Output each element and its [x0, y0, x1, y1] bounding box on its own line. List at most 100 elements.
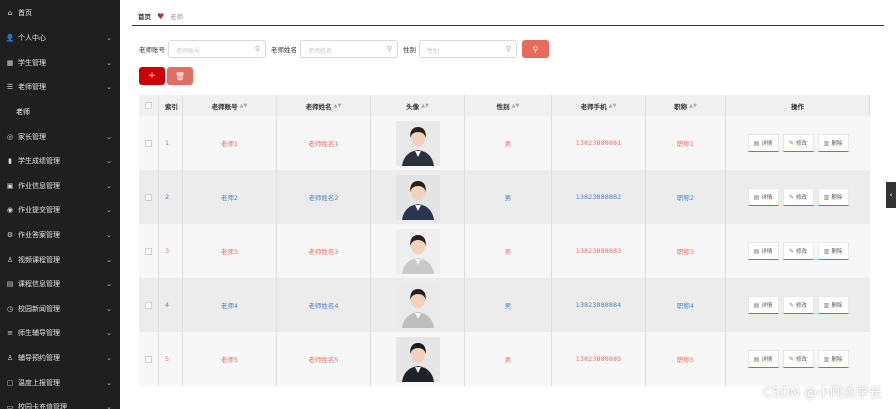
- breadcrumb-home[interactable]: 首页: [138, 11, 151, 21]
- breadcrumb: 首页 ♥ 老师: [138, 8, 183, 24]
- detail-button[interactable]: ▤ 详情: [747, 134, 779, 152]
- cell-text: 老师姓名1: [308, 140, 339, 148]
- sidebar-item[interactable]: ☰ 老师管理 ⌄: [0, 75, 120, 100]
- search-input-sex[interactable]: 性别 ⚲: [419, 40, 517, 58]
- row-checkbox[interactable]: [145, 247, 152, 255]
- search-input-account[interactable]: 老师账号 ⚲: [168, 40, 266, 58]
- header-sex[interactable]: 性别 ▲▼: [465, 95, 552, 116]
- header-account[interactable]: 老师账号 ▲▼: [183, 95, 277, 116]
- cell-text: 老师2: [220, 194, 239, 202]
- cell-text: 男: [504, 248, 512, 256]
- pencil-icon: ✎: [788, 193, 794, 201]
- header-title[interactable]: 职称 ▲▼: [646, 95, 726, 116]
- header-name[interactable]: 老师姓名 ▲▼: [277, 95, 371, 116]
- row-checkbox[interactable]: [145, 193, 152, 201]
- search-bar: 老师账号 老师账号 ⚲ 老师姓名 老师姓名 ⚲ 性别 性别 ⚲ ⚲: [139, 40, 549, 58]
- collapse-toggle[interactable]: ‹: [886, 182, 896, 208]
- sidebar-item-label: 视频课程管理: [18, 255, 60, 264]
- sidebar-item[interactable]: ▦ 学生管理 ⌄: [0, 51, 120, 76]
- bar-chart-icon: ▮: [8, 157, 12, 166]
- sidebar-item[interactable]: ♙ 辅导预约管理 ⌄: [0, 346, 120, 371]
- chevron-down-icon: ⌄: [106, 280, 112, 289]
- cell-index: 4: [159, 278, 183, 332]
- search-input-name[interactable]: 老师姓名 ⚲: [300, 40, 398, 58]
- detail-button[interactable]: ▤ 详情: [747, 296, 779, 314]
- sidebar-item[interactable]: ⌂ 首页: [0, 0, 120, 26]
- sidebar-item[interactable]: 👤 个人中心 ⌄: [0, 26, 120, 51]
- header-avatar[interactable]: 头像 ▲▼: [371, 95, 465, 116]
- row-checkbox[interactable]: [145, 301, 152, 309]
- add-button[interactable]: +: [139, 67, 165, 85]
- cell-title: 职称2: [646, 170, 726, 224]
- cell-sex: 男: [465, 170, 552, 224]
- sidebar-item[interactable]: ▢ 温度上报管理 ⌄: [0, 370, 120, 395]
- search-placeholder: 老师姓名: [308, 48, 333, 55]
- cell-text: 13823888883: [575, 247, 622, 255]
- sort-icon: ▲▼: [239, 102, 248, 109]
- sort-icon: ▲▼: [333, 102, 342, 109]
- document-icon: ▤: [753, 301, 760, 309]
- sidebar-item[interactable]: ▣ 作业信息管理 ⌄: [0, 174, 120, 199]
- breadcrumb-current: 老师: [170, 13, 184, 21]
- sidebar-item[interactable]: ⚙ 作业答案管理 ⌄: [0, 223, 120, 248]
- sidebar-item[interactable]: ◉ 作业提交管理 ⌄: [0, 198, 120, 223]
- detail-button[interactable]: ▤ 详情: [747, 242, 779, 260]
- row-checkbox[interactable]: [145, 139, 152, 147]
- gear-icon: ⚙: [6, 231, 14, 240]
- detail-button[interactable]: ▤ 详情: [747, 188, 779, 206]
- trash-icon: ▥: [823, 355, 830, 363]
- cell-avatar: [371, 116, 465, 170]
- sidebar-item[interactable]: 老师: [0, 100, 120, 125]
- cell-sex: 男: [465, 278, 552, 332]
- chevron-down-icon: ⌄: [106, 181, 112, 190]
- trash-icon: ▥: [823, 247, 830, 255]
- header-label: 老师姓名: [305, 102, 332, 111]
- search-button[interactable]: ⚲: [522, 40, 549, 58]
- delete-button[interactable]: ▥ 删除: [817, 242, 849, 260]
- delete-label: 删除: [831, 249, 843, 255]
- cell-text: 13823888882: [575, 193, 622, 201]
- cell-avatar: [371, 278, 465, 332]
- cell-text: 老师4: [220, 302, 239, 310]
- sidebar-item[interactable]: ≡ 师生辅导管理 ⌄: [0, 321, 120, 346]
- edit-button[interactable]: ✎ 修改: [782, 296, 814, 314]
- table-row: 1 老师1 老师姓名1 男 13823888881 职称1 ▤ 详情 ✎ 修改 ▥ 删除: [139, 116, 870, 170]
- cell-sex: 男: [465, 116, 552, 170]
- cell-sex: 男: [465, 224, 552, 278]
- search-label-name: 老师姓名: [271, 46, 297, 54]
- detail-label: 详情: [761, 303, 773, 309]
- chevron-down-icon: ⌄: [106, 231, 112, 240]
- edit-button[interactable]: ✎ 修改: [782, 350, 814, 368]
- sidebar-item[interactable]: ▮ 学生成绩管理 ⌄: [0, 149, 120, 174]
- detail-button[interactable]: ▤ 详情: [747, 350, 779, 368]
- delete-button[interactable]: ▥ 删除: [817, 350, 849, 368]
- delete-button[interactable]: ▥ 删除: [817, 296, 849, 314]
- edit-button[interactable]: ✎ 修改: [782, 188, 814, 206]
- batch-delete-button[interactable]: 🗑: [167, 67, 193, 85]
- delete-button[interactable]: ▥ 删除: [817, 134, 849, 152]
- sidebar-item[interactable]: ◷ 校园新闻管理 ⌄: [0, 297, 120, 322]
- table-row: 5 老师5 老师姓名5 男 13823888885 职称5 ▤ 详情 ✎ 修改 ▥ 删除: [139, 332, 870, 386]
- target-icon: ◉: [6, 206, 14, 215]
- sidebar-item[interactable]: ◎ 家长管理 ⌄: [0, 124, 120, 149]
- edit-button[interactable]: ✎ 修改: [782, 242, 814, 260]
- compass-icon: ◎: [6, 132, 14, 141]
- pencil-icon: ✎: [788, 139, 794, 147]
- sidebar-item[interactable]: ▤ 课程信息管理 ⌄: [0, 272, 120, 297]
- delete-button[interactable]: ▥ 删除: [817, 188, 849, 206]
- sidebar-item-label: 课程信息管理: [18, 280, 60, 289]
- table-row: 2 老师2 老师姓名2 男 13823888882 职称2 ▤ 详情 ✎ 修改 ▥ 删除: [139, 170, 870, 224]
- row-checkbox[interactable]: [145, 355, 152, 363]
- search-placeholder: 性别: [427, 48, 440, 55]
- sidebar-item[interactable]: ♙ 视频课程管理 ⌄: [0, 247, 120, 272]
- cell-index: 3: [159, 224, 183, 278]
- select-all-checkbox[interactable]: [145, 102, 152, 109]
- header-phone[interactable]: 老师手机 ▲▼: [552, 95, 646, 116]
- cell-text: 老师姓名5: [308, 356, 339, 364]
- trash-icon: ▥: [823, 193, 830, 201]
- pencil-icon: ✎: [788, 301, 794, 309]
- cell-index: 2: [159, 170, 183, 224]
- cell-phone: 13823888881: [552, 116, 646, 170]
- edit-button[interactable]: ✎ 修改: [782, 134, 814, 152]
- sidebar-item[interactable]: ▭ 校园卡充值管理 ⌄: [0, 395, 120, 409]
